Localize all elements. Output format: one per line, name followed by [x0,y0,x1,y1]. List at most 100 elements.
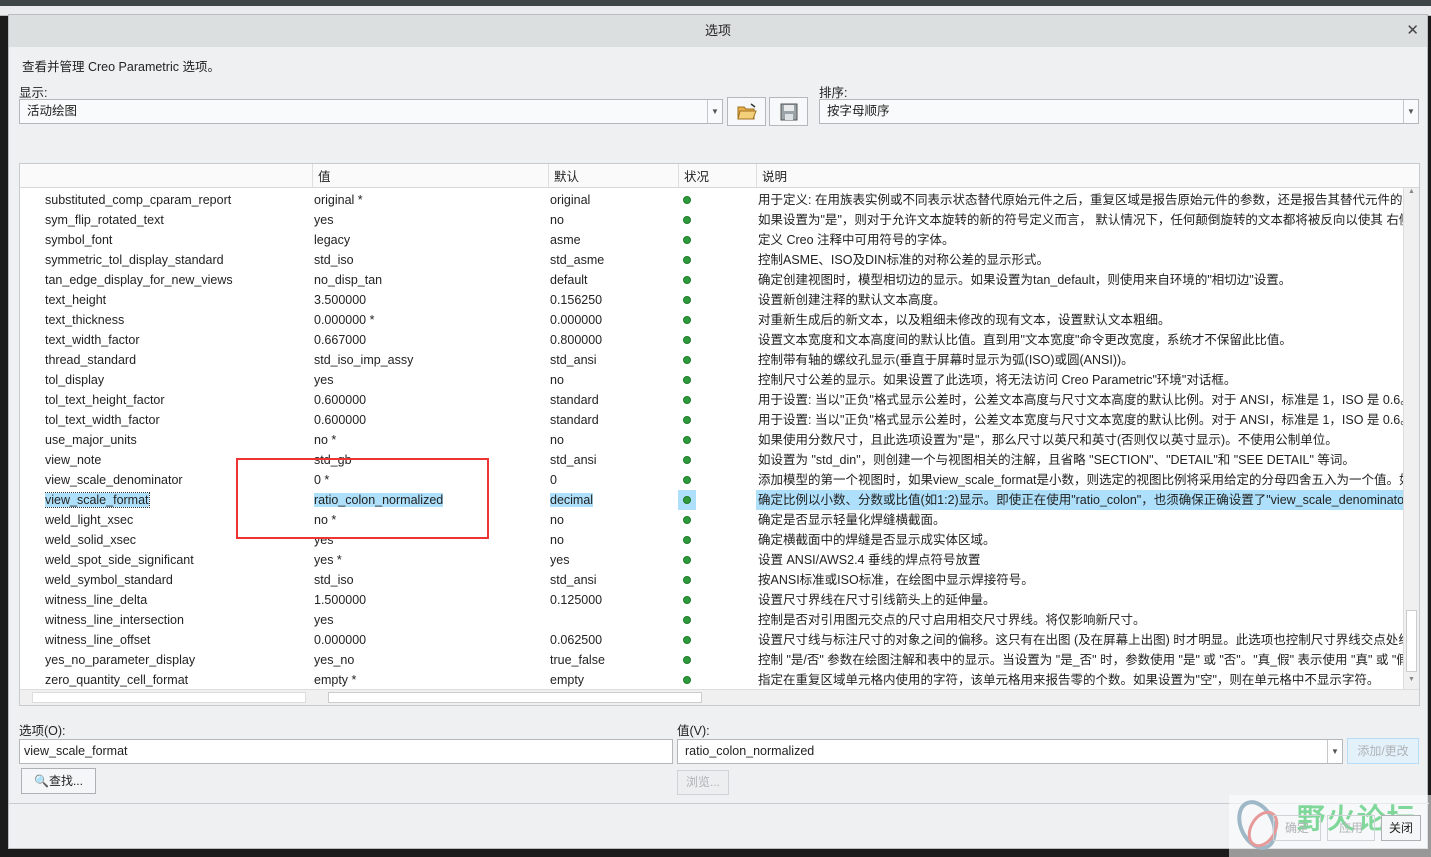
option-description-cell[interactable]: 设置文本宽度和文本高度间的默认比值。直到用"文本宽度"命令更改宽度，系统才不保留… [758,330,1404,350]
table-row[interactable]: weld_symbol_standard std_iso std_ansi 按ANSI… [20,570,1404,590]
value-select[interactable]: ratio_colon_normalized ▼ [677,739,1343,764]
chevron-down-icon[interactable]: ▼ [1403,100,1418,123]
option-description-cell[interactable]: 控制 "是/否" 参数在绘图注解和表中的显示。当设置为 "是_否" 时，参数使用… [758,650,1404,670]
table-row[interactable]: view_note std_gb std_ansi 如设置为 "std_din"，则创… [20,450,1404,470]
vertical-scrollbar[interactable]: ▲ ▼ [1403,188,1419,690]
option-name-cell[interactable]: symmetric_tol_display_standard [45,250,310,270]
option-name-cell[interactable]: text_width_factor [45,330,310,350]
table-row[interactable]: weld_solid_xsec yes no 确定横截面中的焊缝是否显示成实体区域。 [20,530,1404,550]
add-change-button[interactable]: 添加/更改 [1347,738,1419,764]
option-default-cell[interactable]: empty [550,670,676,690]
option-default-cell[interactable]: 0 [550,470,676,490]
option-description-cell[interactable]: 确定比例以小数、分数或比值(如1:2)显示。即使正在使用"ratio_colon… [758,490,1404,510]
option-name-cell[interactable]: weld_spot_side_significant [45,550,310,570]
horizontal-scrollbar[interactable] [20,689,1419,705]
dialog-titlebar[interactable]: 选项 ✕ [9,15,1427,47]
option-description-cell[interactable]: 控制是否对引用图元交点的尺寸启用相交尺寸界线。将仅影响新尺寸。 [758,610,1404,630]
table-row[interactable]: witness_line_delta 1.500000 0.125000 设置尺寸界线… [20,590,1404,610]
option-description-cell[interactable]: 指定在重复区域单元格内使用的字符，该单元格用来报告零的个数。如果设置为"空"，则… [758,670,1404,690]
table-row[interactable]: symbol_font legacy asme 定义 Creo 注释中可用符号的字体。 [20,230,1404,250]
option-value-cell[interactable]: std_iso [314,250,546,270]
option-default-cell[interactable]: 0.800000 [550,330,676,350]
option-description-cell[interactable]: 确定是否显示轻量化焊缝横截面。 [758,510,1404,530]
table-row[interactable]: yes_no_parameter_display yes_no true_false… [20,650,1404,670]
option-description-cell[interactable]: 用于定义: 在用族表实例或不同表示状态替代原始元件之后，重复区域是报告原始元件的… [758,190,1404,210]
option-description-cell[interactable]: 确定横截面中的焊缝是否显示成实体区域。 [758,530,1404,550]
table-row[interactable]: weld_light_xsec no * no 确定是否显示轻量化焊缝横截面。 [20,510,1404,530]
table-row[interactable]: zero_quantity_cell_format empty * empty 指定在… [20,670,1404,690]
option-value-cell[interactable]: empty * [314,670,546,690]
option-name-cell[interactable]: text_height [45,290,310,310]
option-name-cell[interactable]: tol_text_height_factor [45,390,310,410]
table-row[interactable]: view_scale_denominator 0 * 0 添加模型的第一个视图时，如果… [20,470,1404,490]
option-value-cell[interactable]: std_iso_imp_assy [314,350,546,370]
option-default-cell[interactable]: no [550,370,676,390]
option-description-cell[interactable]: 设置尺寸界线在尺寸引线箭头上的延伸量。 [758,590,1404,610]
option-default-cell[interactable] [550,610,676,630]
option-value-cell[interactable]: no_disp_tan [314,270,546,290]
option-default-cell[interactable]: 0.062500 [550,630,676,650]
option-name-cell[interactable]: witness_line_intersection [45,610,310,630]
table-row[interactable]: sym_flip_rotated_text yes no 如果设置为"是"，则对于允许… [20,210,1404,230]
table-row[interactable]: tol_text_width_factor 0.600000 standard 用于设… [20,410,1404,430]
option-default-cell[interactable]: no [550,430,676,450]
option-default-cell[interactable]: 0.000000 [550,310,676,330]
option-name-cell[interactable]: tol_display [45,370,310,390]
option-description-cell[interactable]: 对重新生成后的新文本，以及粗细未修改的现有文本，设置默认文本粗细。 [758,310,1404,330]
table-row[interactable]: text_height 3.500000 0.156250 设置新创建注释的默认文本高… [20,290,1404,310]
option-default-cell[interactable]: 0.156250 [550,290,676,310]
option-description-cell[interactable]: 控制尺寸公差的显示。如果设置了此选项，将无法访问 Creo Parametric… [758,370,1404,390]
chevron-down-icon[interactable]: ▼ [1327,740,1342,763]
option-description-cell[interactable]: 如果使用分数尺寸，且此选项设置为"是"，那么尺寸以英尺和英寸(否则仅以英寸显示)… [758,430,1404,450]
option-default-cell[interactable]: std_asme [550,250,676,270]
column-header-status[interactable]: 状况 [678,164,756,187]
option-default-cell[interactable]: std_ansi [550,350,676,370]
option-name-cell[interactable]: use_major_units [45,430,310,450]
scroll-up-icon[interactable]: ▲ [1404,188,1419,202]
option-description-cell[interactable]: 如果设置为"是"，则对于允许文本旋转的新的符号定义而言， 默认情况下，任何颠倒旋… [758,210,1404,230]
option-name-cell[interactable]: text_thickness [45,310,310,330]
option-description-cell[interactable]: 按ANSI标准或ISO标准，在绘图中显示焊接符号。 [758,570,1404,590]
table-row[interactable]: text_width_factor 0.667000 0.800000 设置文本宽度和… [20,330,1404,350]
open-config-button[interactable] [727,97,766,126]
option-default-cell[interactable]: std_ansi [550,570,676,590]
option-name-cell[interactable]: zero_quantity_cell_format [45,670,310,690]
option-value-cell[interactable]: 0.667000 [314,330,546,350]
option-description-cell[interactable]: 设置 ANSI/AWS2.4 垂线的焊点符号放置 [758,550,1404,570]
table-row[interactable]: substituted_comp_cparam_report original *… [20,190,1404,210]
table-row[interactable]: symmetric_tol_display_standard std_iso std… [20,250,1404,270]
ok-button[interactable]: 确定 [1273,815,1321,841]
option-description-cell[interactable]: 用于设置: 当以"正负"格式显示公差时，公差文本宽度与尺寸文本宽度的默认比例。对… [758,410,1404,430]
option-default-cell[interactable]: asme [550,230,676,250]
option-value-cell[interactable]: yes_no [314,650,546,670]
option-default-cell[interactable]: yes [550,550,676,570]
option-value-cell[interactable]: no * [314,430,546,450]
option-value-cell[interactable]: 0.600000 [314,390,546,410]
option-name-cell[interactable]: thread_standard [45,350,310,370]
option-name-cell[interactable]: weld_symbol_standard [45,570,310,590]
table-row[interactable]: weld_spot_side_significant yes * yes 设置 ANS… [20,550,1404,570]
option-value-cell[interactable]: 3.500000 [314,290,546,310]
option-description-cell[interactable]: 确定创建视图时，模型相切边的显示。如果设置为tan_default，则使用来自环… [758,270,1404,290]
option-value-cell[interactable]: 0.600000 [314,410,546,430]
vertical-scroll-thumb[interactable] [1406,610,1417,672]
table-row[interactable]: tan_edge_display_for_new_views no_disp_ta… [20,270,1404,290]
option-value-cell[interactable]: yes [314,210,546,230]
apply-button[interactable]: 应用 [1327,815,1375,841]
option-description-cell[interactable]: 设置尺寸线与标注尺寸的对象之间的偏移。这只有在出图 (及在屏幕上出图) 时才明显… [758,630,1404,650]
option-default-cell[interactable]: no [550,530,676,550]
option-default-cell[interactable]: no [550,210,676,230]
option-default-cell[interactable]: standard [550,390,676,410]
option-description-cell[interactable]: 设置新创建注释的默认文本高度。 [758,290,1404,310]
find-button[interactable]: 🔍查找... [21,768,96,794]
table-row[interactable]: witness_line_intersection yes 控制是否对引用图元交点的… [20,610,1404,630]
option-name-cell[interactable]: witness_line_delta [45,590,310,610]
option-name-cell[interactable]: tan_edge_display_for_new_views [45,270,310,290]
option-name-cell[interactable]: witness_line_offset [45,630,310,650]
option-description-cell[interactable]: 定义 Creo 注释中可用符号的字体。 [758,230,1404,250]
option-description-cell[interactable]: 如设置为 "std_din"，则创建一个与视图相关的注解，且省略 "SECTIO… [758,450,1404,470]
browse-button[interactable]: 浏览... [677,770,729,795]
option-name-cell[interactable]: tol_text_width_factor [45,410,310,430]
option-value-cell[interactable]: yes [314,370,546,390]
option-value-cell[interactable]: 1.500000 [314,590,546,610]
